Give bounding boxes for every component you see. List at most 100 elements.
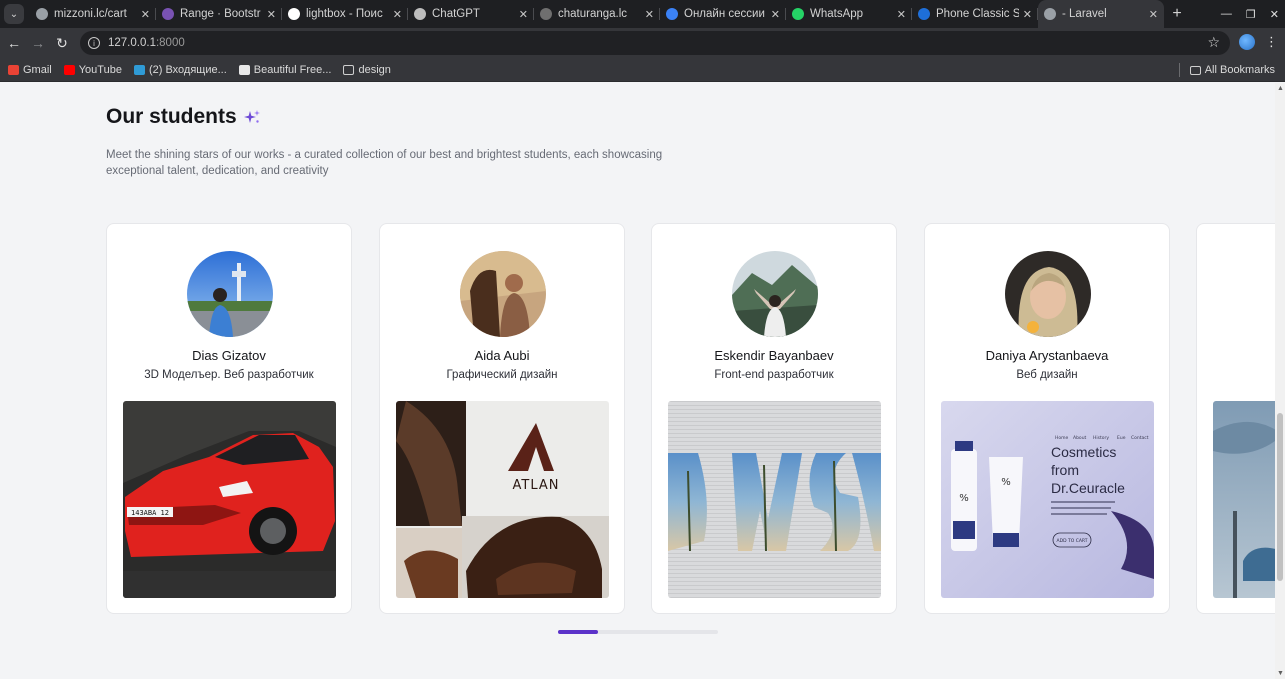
bookmark-star-icon[interactable]: ☆ — [1207, 34, 1220, 51]
back-button[interactable]: ← — [2, 35, 26, 51]
reload-button[interactable]: ↻ — [50, 35, 74, 52]
globe-icon — [1044, 8, 1056, 20]
svg-text:Dr.Ceuracle: Dr.Ceuracle — [1051, 480, 1125, 496]
close-tab-icon[interactable]: ✕ — [267, 8, 276, 21]
student-card[interactable]: Dias Gizatov 3D Моделъер. Веб разработчи… — [106, 223, 352, 614]
close-tab-icon[interactable]: ✕ — [771, 8, 780, 21]
mail-icon — [133, 64, 145, 75]
close-tab-icon[interactable]: ✕ — [393, 8, 402, 21]
info-icon[interactable]: i — [88, 37, 100, 49]
bookmarks-bar: Gmail YouTube (2) Входящие... Beautiful Fre… — [0, 58, 1285, 82]
tab-search-button[interactable]: ⌄ — [4, 4, 24, 24]
student-card[interactable]: Eskendir Bayanbaev Front-end разработчик — [651, 223, 897, 614]
browser-tab[interactable]: lightbox - Поис ✕ — [282, 0, 408, 28]
license-plate-text: 143ABA 12 — [131, 509, 169, 517]
profile-avatar[interactable] — [1239, 34, 1255, 50]
bookmark-label: Beautiful Free... — [253, 63, 332, 76]
student-role: Граф — [1197, 369, 1285, 381]
close-tab-icon[interactable]: ✕ — [1149, 8, 1158, 21]
address-bar[interactable]: i 127.0.0.1:8000 ☆ — [80, 31, 1230, 55]
portfolio-image[interactable]: 143ABA 12 — [123, 401, 336, 598]
unsplash-icon — [238, 64, 250, 75]
flag-icon — [918, 8, 930, 20]
sparkle-icon — [243, 110, 260, 123]
browser-tab[interactable]: Phone Classic S ✕ — [912, 0, 1038, 28]
chatgpt-icon — [414, 8, 426, 20]
close-window-icon[interactable]: ✕ — [1270, 8, 1279, 21]
svg-text:About: About — [1073, 435, 1087, 441]
portfolio-image[interactable]: % % Home About History Eue Contact Cosme… — [941, 401, 1154, 598]
browser-tab[interactable]: WhatsApp ✕ — [786, 0, 912, 28]
student-name: Daniya Arystanbaeva — [985, 348, 1109, 363]
gear-icon — [666, 8, 678, 20]
tab-title: WhatsApp — [810, 8, 864, 20]
minimize-icon[interactable]: — — [1221, 8, 1232, 20]
student-name: Dias Gizatov — [192, 348, 266, 363]
spark-icon — [540, 8, 552, 20]
bookmark-item[interactable]: (2) Входящие... — [133, 63, 227, 76]
page-scrollbar[interactable]: ▲ ▼ — [1275, 83, 1285, 679]
svg-text:%: % — [959, 493, 969, 504]
tab-title: Range · Bootstr — [180, 8, 261, 20]
scroll-up-icon[interactable]: ▲ — [1277, 85, 1284, 92]
close-tab-icon[interactable]: ✕ — [519, 8, 528, 21]
arrow-right-icon: → — [31, 35, 45, 51]
tab-title: lightbox - Поис — [306, 8, 383, 20]
student-name: Aida Aubi — [474, 348, 530, 363]
bootstrap-icon — [162, 8, 174, 20]
bookmark-label: (2) Входящие... — [148, 63, 227, 76]
close-tab-icon[interactable]: ✕ — [897, 8, 906, 21]
window-controls: — ❐ ✕ — [1221, 0, 1279, 28]
svg-text:Cosmetics: Cosmetics — [1051, 444, 1116, 460]
globe-icon — [36, 8, 48, 20]
browser-tab[interactable]: Range · Bootstr ✕ — [156, 0, 282, 28]
brand-logo-text: ATLAN — [513, 478, 560, 493]
forward-button[interactable]: → — [26, 35, 50, 51]
scroll-down-icon[interactable]: ▼ — [1277, 670, 1284, 677]
google-icon — [288, 8, 300, 20]
student-card[interactable]: Aida Aubi Графический дизайн ATLAN — [379, 223, 625, 614]
whatsapp-icon — [792, 8, 804, 20]
avatar — [187, 251, 273, 337]
scrollbar-thumb[interactable] — [1277, 413, 1283, 581]
student-name: Eskendir Bayanbaev — [714, 348, 834, 363]
portfolio-image[interactable] — [668, 401, 881, 598]
bookmark-item[interactable]: YouTube — [63, 63, 122, 76]
student-card[interactable]: Al Граф — [1196, 223, 1285, 614]
section-heading: Our students — [106, 105, 261, 129]
bookmark-item[interactable]: Gmail — [8, 64, 52, 76]
browser-tab[interactable]: ChatGPT ✕ — [408, 0, 534, 28]
student-role: Веб дизайн — [1016, 369, 1078, 381]
portfolio-image[interactable]: ATLAN — [396, 401, 609, 598]
browser-tab[interactable]: Онлайн сессии ✕ — [660, 0, 786, 28]
avatar — [732, 251, 818, 337]
folder-icon — [1189, 65, 1201, 75]
svg-text:Eue: Eue — [1117, 435, 1126, 441]
all-bookmarks-button[interactable]: All Bookmarks — [1205, 64, 1275, 76]
browser-menu-icon[interactable]: ⋮ — [1265, 34, 1278, 50]
student-card[interactable]: Daniya Arystanbaeva Веб дизайн % % Home … — [924, 223, 1170, 614]
tab-strip: ⌄ mizzoni.lc/cart ✕ Range · Bootstr ✕ lightb… — [0, 0, 1285, 28]
close-tab-icon[interactable]: ✕ — [645, 8, 654, 21]
svg-text:%: % — [1001, 477, 1011, 488]
page-content: Our students Meet the shining stars of o… — [0, 83, 1285, 679]
browser-tab[interactable]: mizzoni.lc/cart ✕ — [30, 0, 156, 28]
slider-progress-fill — [558, 630, 598, 634]
chevron-down-icon: ⌄ — [9, 8, 19, 20]
url-text[interactable]: 127.0.0.1:8000 — [108, 37, 185, 49]
browser-tab[interactable]: - Laravel ✕ — [1038, 0, 1164, 28]
close-tab-icon[interactable]: ✕ — [1023, 8, 1032, 21]
bookmark-item[interactable]: design — [343, 64, 391, 76]
browser-tab[interactable]: chaturanga.lc ✕ — [534, 0, 660, 28]
tab-title: - Laravel — [1062, 8, 1107, 20]
student-role: Графический дизайн — [446, 369, 558, 381]
student-role: Front-end разработчик — [714, 369, 834, 381]
bookmark-label: YouTube — [78, 63, 122, 76]
gmail-icon — [8, 64, 19, 75]
new-tab-button[interactable]: + — [1164, 5, 1190, 23]
slider-progress[interactable] — [558, 630, 718, 634]
restore-icon[interactable]: ❐ — [1246, 8, 1256, 21]
section-title: Our students — [106, 105, 237, 128]
bookmark-item[interactable]: Beautiful Free... — [238, 63, 332, 76]
close-tab-icon[interactable]: ✕ — [141, 8, 150, 21]
